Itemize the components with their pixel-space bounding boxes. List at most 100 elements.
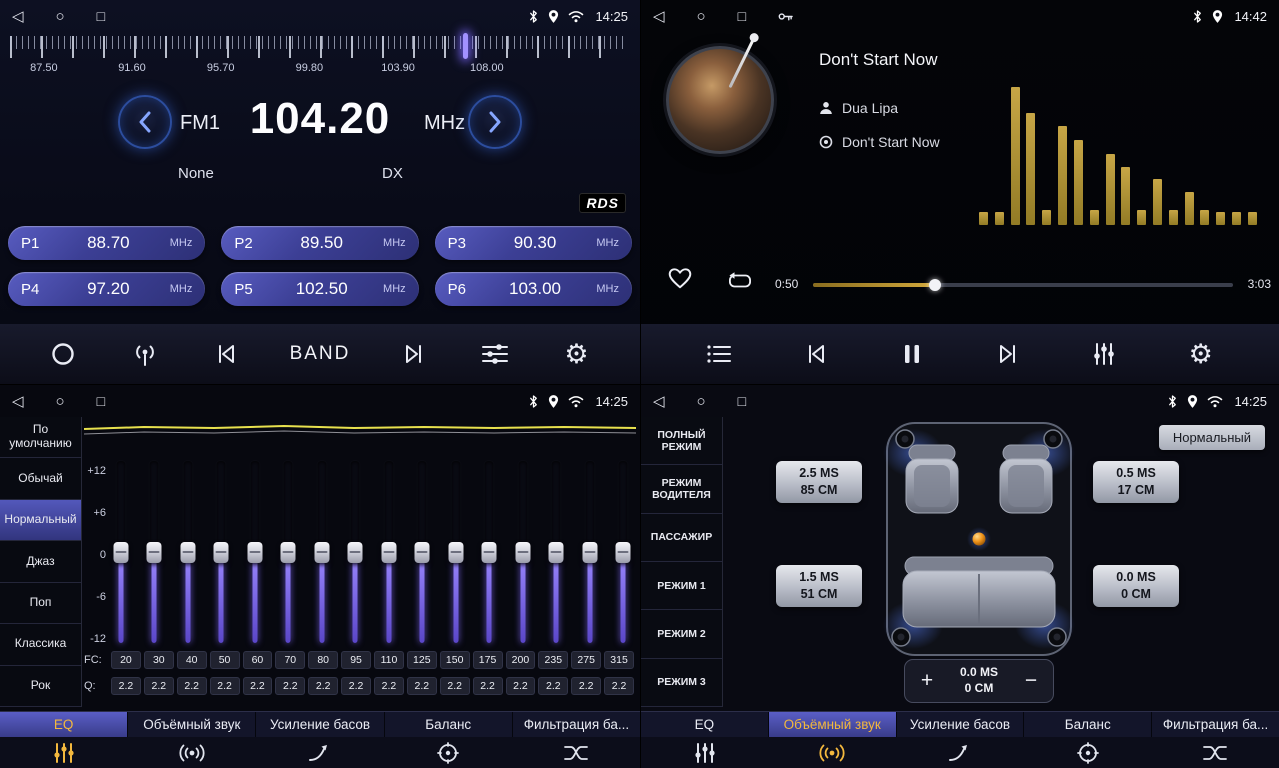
increase-delay-button[interactable]: + [911, 669, 943, 693]
eq-band[interactable] [414, 461, 431, 643]
eq-band[interactable] [481, 461, 498, 643]
slider-handle[interactable] [348, 542, 363, 563]
back-icon[interactable]: ◁ [653, 7, 665, 25]
surround-tab-icon[interactable] [769, 737, 897, 768]
stage-mode-item[interactable]: РЕЖИМ 1 [641, 562, 722, 610]
previous-track-button[interactable] [798, 342, 834, 366]
home-icon[interactable]: ○ [56, 8, 65, 25]
eq-band[interactable] [280, 461, 297, 643]
slider-handle[interactable] [147, 542, 162, 563]
eq-band[interactable] [179, 461, 196, 643]
eq-preset-item[interactable]: Поп [0, 583, 81, 624]
tab-filter[interactable]: Фильтрация ба... [513, 712, 640, 737]
slider-handle[interactable] [180, 542, 195, 563]
progress-bar[interactable] [813, 283, 1233, 287]
slider-handle[interactable] [616, 542, 631, 563]
preset-button-p6[interactable]: P6 103.00 MHz [435, 272, 632, 306]
eq-tab-icon[interactable] [0, 737, 128, 768]
delay-rear-right[interactable]: 0.0 MS 0 CM [1093, 565, 1179, 607]
eq-preset-item[interactable]: Обычай [0, 458, 81, 499]
stage-mode-item[interactable]: РЕЖИМ ВОДИТЕЛЯ [641, 465, 722, 513]
delay-front-left[interactable]: 2.5 MS 85 CM [776, 461, 862, 503]
tab-eq[interactable]: EQ [641, 712, 769, 737]
audio-settings-button[interactable] [477, 342, 513, 366]
preset-button-p2[interactable]: P2 89.50 MHz [221, 226, 418, 260]
eq-band[interactable] [347, 461, 364, 643]
seek-down-button[interactable] [118, 95, 172, 149]
slider-handle[interactable] [448, 542, 463, 563]
tab-balance[interactable]: Баланс [1024, 712, 1152, 737]
slider-handle[interactable] [515, 542, 530, 563]
recents-icon[interactable]: □ [738, 8, 746, 24]
eq-band[interactable] [213, 461, 230, 643]
eq-band[interactable] [581, 461, 598, 643]
back-icon[interactable]: ◁ [12, 7, 24, 25]
tab-eq[interactable]: EQ [0, 712, 128, 737]
slider-handle[interactable] [113, 542, 128, 563]
back-icon[interactable]: ◁ [653, 392, 665, 410]
tab-balance[interactable]: Баланс [385, 712, 513, 737]
filter-tab-icon[interactable] [1151, 737, 1279, 768]
eq-band[interactable] [548, 461, 565, 643]
recents-icon[interactable]: □ [738, 393, 746, 409]
decrease-delay-button[interactable]: − [1015, 669, 1047, 693]
stage-mode-item[interactable]: ПОЛНЫЙ РЕЖИМ [641, 417, 722, 465]
back-icon[interactable]: ◁ [12, 392, 24, 410]
seek-up-button[interactable] [468, 95, 522, 149]
eq-band[interactable] [146, 461, 163, 643]
surround-tab-icon[interactable] [128, 737, 256, 768]
next-track-button[interactable] [990, 342, 1026, 366]
eq-band[interactable] [112, 461, 129, 643]
tab-filter[interactable]: Фильтрация ба... [1152, 712, 1279, 737]
home-icon[interactable]: ○ [56, 393, 65, 410]
slider-handle[interactable] [381, 542, 396, 563]
eq-band[interactable] [246, 461, 263, 643]
slider-handle[interactable] [549, 542, 564, 563]
eq-preset-item[interactable]: Классика [0, 624, 81, 665]
preset-button-p1[interactable]: P1 88.70 MHz [8, 226, 205, 260]
tab-bass-boost[interactable]: Усиление басов [256, 712, 384, 737]
mixer-button[interactable] [1086, 342, 1122, 366]
album-art[interactable] [666, 46, 774, 154]
stage-mode-item[interactable]: ПАССАЖИР [641, 514, 722, 562]
scan-button[interactable] [45, 341, 81, 367]
eq-preset-item[interactable]: Рок [0, 666, 81, 707]
settings-button[interactable]: ⚙ [559, 341, 595, 368]
tab-surround-sound[interactable]: Объёмный звук [128, 712, 256, 737]
slider-handle[interactable] [247, 542, 262, 563]
frequency-ruler[interactable] [10, 36, 626, 58]
eq-band[interactable] [514, 461, 531, 643]
slider-handle[interactable] [281, 542, 296, 563]
home-icon[interactable]: ○ [697, 393, 706, 410]
eq-band[interactable] [313, 461, 330, 643]
stage-preset-button[interactable]: Нормальный [1159, 425, 1265, 450]
slider-handle[interactable] [214, 542, 229, 563]
progress-thumb[interactable] [929, 279, 941, 291]
recents-icon[interactable]: □ [97, 8, 105, 24]
balance-tab-icon[interactable] [384, 737, 512, 768]
bass-tab-icon[interactable] [256, 737, 384, 768]
eq-band[interactable] [615, 461, 632, 643]
eq-preset-item[interactable]: Нормальный [0, 500, 81, 541]
tuning-indicator[interactable] [463, 33, 468, 59]
band-button[interactable]: BAND [290, 343, 351, 365]
playlist-button[interactable] [701, 343, 737, 365]
bass-tab-icon[interactable] [896, 737, 1024, 768]
preset-button-p3[interactable]: P3 90.30 MHz [435, 226, 632, 260]
tab-surround-sound[interactable]: Объёмный звук [769, 712, 897, 737]
stations-broadcast-button[interactable] [127, 341, 163, 367]
preset-button-p4[interactable]: P4 97.20 MHz [8, 272, 205, 306]
recents-icon[interactable]: □ [97, 393, 105, 409]
repeat-button[interactable] [725, 270, 755, 292]
slider-handle[interactable] [482, 542, 497, 563]
delay-front-right[interactable]: 0.5 MS 17 CM [1093, 461, 1179, 503]
pause-button[interactable] [894, 342, 930, 366]
eq-band[interactable] [447, 461, 464, 643]
home-icon[interactable]: ○ [697, 8, 706, 25]
favorite-button[interactable] [667, 266, 693, 290]
slider-handle[interactable] [415, 542, 430, 563]
slider-handle[interactable] [582, 542, 597, 563]
stage-mode-item[interactable]: РЕЖИМ 3 [641, 659, 722, 707]
next-station-button[interactable] [396, 342, 432, 366]
eq-preset-item[interactable]: По умолчанию [0, 417, 81, 458]
